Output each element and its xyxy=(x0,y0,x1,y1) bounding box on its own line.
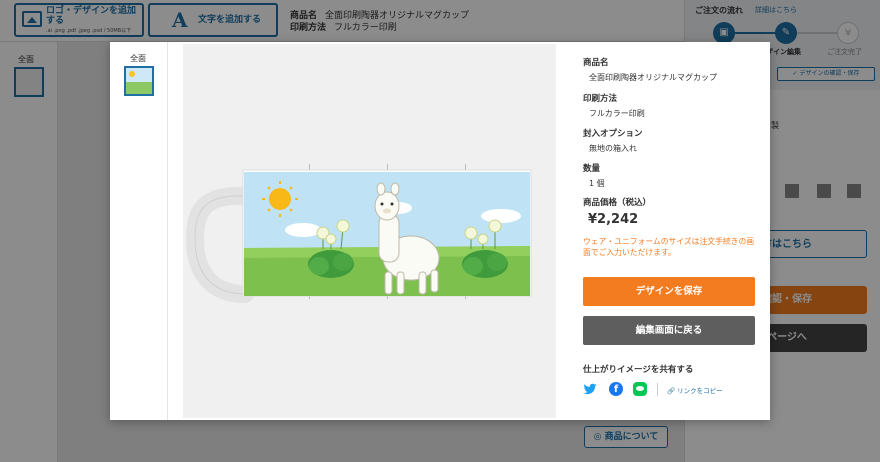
detail-option-value: 無地の箱入れ xyxy=(589,144,637,153)
detail-qty-value: 1 個 xyxy=(589,179,605,188)
copy-link-label: リンクをコピー xyxy=(677,387,723,395)
mug-handle xyxy=(185,186,254,303)
detail-size-note: ウェア・ユニフォームのサイズは注文手続きの画面でご入力いただけます。 xyxy=(583,237,755,257)
save-design-button[interactable]: デザインを保存 xyxy=(583,277,755,306)
mug-preview xyxy=(183,44,556,418)
line-icon[interactable] xyxy=(633,382,647,396)
share-divider xyxy=(657,383,658,396)
detail-price-value: ¥2,242 xyxy=(588,212,639,227)
facebook-icon[interactable]: f xyxy=(609,382,623,396)
modal-thumb-label: 全面 xyxy=(130,54,146,63)
product-details: 商品名 全面印刷陶器オリジナルマグカップ 印刷方法 フルカラー印刷 封入オプショ… xyxy=(583,42,770,420)
twitter-icon[interactable] xyxy=(583,382,597,396)
detail-option-label: 封入オプション xyxy=(583,129,643,139)
detail-product-value: 全面印刷陶器オリジナルマグカップ xyxy=(589,73,717,82)
cloud xyxy=(481,209,521,223)
modal-thumbnails: 全面 xyxy=(110,42,168,420)
modal-thumbnail-front[interactable] xyxy=(124,66,154,96)
cloud xyxy=(285,223,321,237)
preview-modal: 全面 商品名 全面印刷陶器オリジナルマグカップ 印刷方法 フルカラー印刷 封入オ… xyxy=(110,42,770,420)
detail-price-label: 商品価格（税込） xyxy=(583,198,652,208)
thumb-grass xyxy=(126,82,152,94)
detail-qty-label: 数量 xyxy=(583,164,601,174)
mug-illustration xyxy=(185,169,532,303)
share-title: 仕上がりイメージを共有する xyxy=(583,365,694,375)
thumb-sun xyxy=(129,71,135,77)
detail-print-value: フルカラー印刷 xyxy=(589,109,645,118)
copy-link[interactable]: 🔗 リンクをコピー xyxy=(667,385,723,395)
back-to-editor-button[interactable]: 編集画面に戻る xyxy=(583,316,755,345)
detail-print-label: 印刷方法 xyxy=(583,94,618,104)
link-icon: 🔗 xyxy=(667,387,676,395)
detail-product-label: 商品名 xyxy=(583,58,609,68)
